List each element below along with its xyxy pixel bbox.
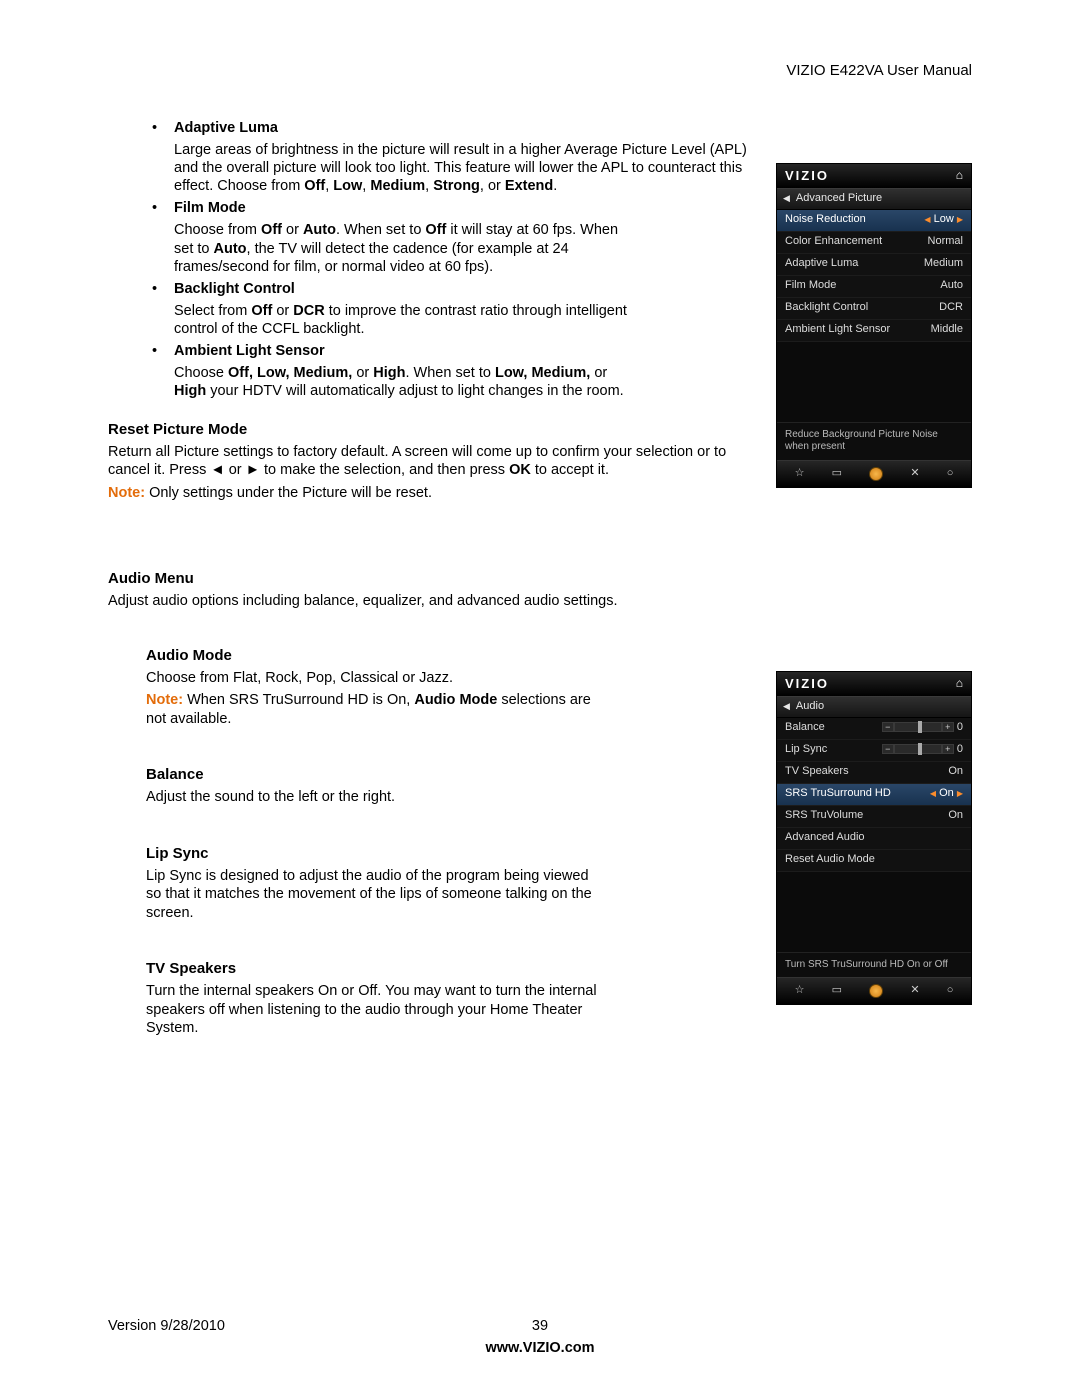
home-icon: ⌂ <box>956 168 963 183</box>
bullet-body: Select from Off or DCR to improve the co… <box>174 302 634 338</box>
menu-row-value: −+ 0 <box>882 743 963 757</box>
menu-row[interactable]: Adaptive Luma Medium <box>777 254 971 276</box>
menu-row[interactable]: SRS TruSurround HD ◀ On ▶ <box>777 784 971 806</box>
footer-url: www.VIZIO.com <box>108 1339 972 1357</box>
osd-titlebar: VIZIO ⌂ <box>777 164 971 188</box>
back-arrow-icon: ◀ <box>783 701 790 711</box>
menu-row-value: Normal <box>928 235 963 249</box>
v-button-icon <box>869 467 883 481</box>
osd-audio: VIZIO ⌂ ◀ Audio Balance −+ 0 Lip Sync −+ 0 TV… <box>776 671 972 1006</box>
osd-empty-area <box>777 872 971 952</box>
subheading: TV Speakers <box>146 960 606 979</box>
star-icon: ☆ <box>795 984 805 998</box>
home-icon: ⌂ <box>956 676 963 691</box>
osd-crumb-label: Audio <box>796 700 824 712</box>
menu-row-value: On <box>948 809 963 823</box>
menu-row-value: On <box>948 765 963 779</box>
menu-row[interactable]: Balance −+ 0 <box>777 718 971 740</box>
subheading: Balance <box>146 766 606 785</box>
osd-breadcrumb: ◀ Audio <box>777 696 971 718</box>
bullet-body: Choose Off, Low, Medium, or High. When s… <box>174 364 634 400</box>
menu-row-label: SRS TruVolume <box>785 809 863 823</box>
heading-audio-menu: Audio Menu <box>108 570 972 589</box>
osd-footer: ☆ ▭ ✕ ○ <box>777 460 971 487</box>
menu-row-label: Color Enhancement <box>785 235 882 249</box>
footer-page-number: 39 <box>108 1317 972 1335</box>
header-title: VIZIO E422VA User Manual <box>786 62 972 79</box>
menu-row-value: ◀ On ▶ <box>930 787 963 801</box>
menu-row[interactable]: Backlight Control DCR <box>777 298 971 320</box>
note-text: Only settings under the Picture will be … <box>145 485 432 501</box>
menu-row-label: Reset Audio Mode <box>785 853 875 867</box>
menu-row[interactable]: Reset Audio Mode <box>777 850 971 872</box>
bullet-body: Choose from Off or Auto. When set to Off… <box>174 221 634 275</box>
menu-row-value: DCR <box>939 301 963 315</box>
rect-icon: ▭ <box>832 984 842 998</box>
menu-row-label: Adaptive Luma <box>785 257 858 271</box>
close-icon: ✕ <box>910 984 919 998</box>
close-icon: ✕ <box>910 467 919 481</box>
page-footer: Version 9/28/2010 39 www.VIZIO.com <box>108 1317 972 1357</box>
menu-row[interactable]: Lip Sync −+ 0 <box>777 740 971 762</box>
menu-row-label: Advanced Audio <box>785 831 865 845</box>
bullet-title: Film Mode <box>146 199 972 217</box>
audio-menu-intro: Adjust audio options including balance, … <box>108 592 972 610</box>
menu-row-label: TV Speakers <box>785 765 849 779</box>
menu-row-label: Balance <box>785 721 825 735</box>
menu-row[interactable]: Advanced Audio <box>777 828 971 850</box>
rect-icon: ▭ <box>832 467 842 481</box>
note-label: Note: <box>108 485 145 501</box>
vizio-logo: VIZIO <box>785 168 829 184</box>
osd-titlebar: VIZIO ⌂ <box>777 672 971 696</box>
subheading: Lip Sync <box>146 845 606 864</box>
menu-row-value: Middle <box>931 323 963 337</box>
menu-row[interactable]: TV Speakers On <box>777 762 971 784</box>
menu-row-label: Ambient Light Sensor <box>785 323 890 337</box>
bullet-title: Backlight Control <box>146 280 972 298</box>
circle-icon: ○ <box>947 984 954 998</box>
osd-hint: Reduce Background Picture Noise when pre… <box>777 422 971 460</box>
bullet-title: Adaptive Luma <box>146 119 972 137</box>
menu-row-label: Lip Sync <box>785 743 827 757</box>
star-icon: ☆ <box>795 467 805 481</box>
menu-row-value: Medium <box>924 257 963 271</box>
note: Note: When SRS TruSurround HD is On, Aud… <box>146 691 606 727</box>
menu-row-label: Backlight Control <box>785 301 868 315</box>
paragraph: Lip Sync is designed to adjust the audio… <box>146 867 606 921</box>
v-button-icon <box>869 984 883 998</box>
paragraph: Adjust the sound to the left or the righ… <box>146 788 606 806</box>
menu-row[interactable]: Ambient Light Sensor Middle <box>777 320 971 342</box>
bullet-title: Ambient Light Sensor <box>146 342 972 360</box>
menu-row[interactable]: Color Enhancement Normal <box>777 232 971 254</box>
vizio-logo: VIZIO <box>785 676 829 692</box>
osd-footer: ☆ ▭ ✕ ○ <box>777 977 971 1004</box>
page-header: VIZIO E422VA User Manual <box>108 62 972 81</box>
menu-row-value: −+ 0 <box>882 721 963 735</box>
subheading: Audio Mode <box>146 647 606 666</box>
paragraph: Turn the internal speakers On or Off. Yo… <box>146 982 606 1036</box>
circle-icon: ○ <box>947 467 954 481</box>
menu-row[interactable]: SRS TruVolume On <box>777 806 971 828</box>
menu-row-label: SRS TruSurround HD <box>785 787 891 801</box>
osd-hint: Turn SRS TruSurround HD On or Off <box>777 952 971 978</box>
paragraph: Choose from Flat, Rock, Pop, Classical o… <box>146 669 606 687</box>
